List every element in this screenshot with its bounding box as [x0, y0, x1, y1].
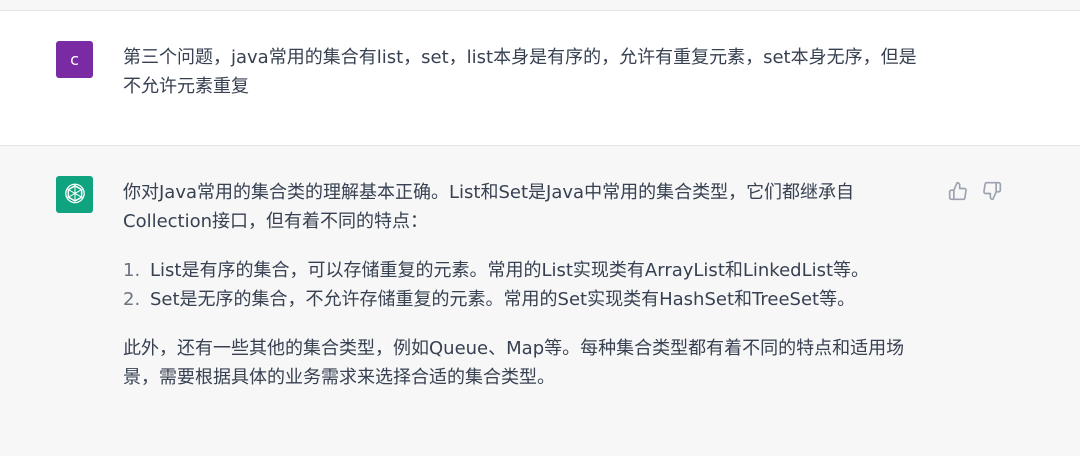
user-message: c 第三个问题，java常用的集合有list，set，list本身是有序的，允许… [0, 11, 1080, 146]
user-message-text: 第三个问题，java常用的集合有list，set，list本身是有序的，允许有重… [123, 47, 917, 97]
list-item-text: Set是无序的集合，不允许存储重复的元素。常用的Set实现类有HashSet和T… [150, 289, 856, 310]
list-item: 2. Set是无序的集合，不允许存储重复的元素。常用的Set实现类有HashSe… [123, 285, 923, 314]
thumbs-up-icon [948, 181, 967, 201]
thumbs-down-button[interactable] [981, 180, 1003, 202]
feedback-buttons [947, 180, 1003, 202]
assistant-message-content: 你对Java常用的集合类的理解基本正确。List和Set是Java中常用的集合类… [123, 178, 923, 392]
assistant-paragraph-1: 你对Java常用的集合类的理解基本正确。List和Set是Java中常用的集合类… [123, 182, 855, 232]
openai-logo-icon [56, 176, 93, 213]
assistant-message: 你对Java常用的集合类的理解基本正确。List和Set是Java中常用的集合类… [0, 146, 1080, 456]
user-avatar: c [56, 41, 93, 78]
list-item-number: 1. [123, 260, 141, 281]
thumbs-down-icon [983, 181, 1002, 201]
assistant-list: 1. List是有序的集合，可以存储重复的元素。常用的List实现类有Array… [123, 256, 923, 314]
assistant-paragraph-2: 此外，还有一些其他的集合类型，例如Queue、Map等。每种集合类型都有着不同的… [123, 338, 905, 388]
chat-page: c 第三个问题，java常用的集合有list，set，list本身是有序的，允许… [0, 0, 1080, 456]
thumbs-up-button[interactable] [947, 180, 969, 202]
list-item: 1. List是有序的集合，可以存储重复的元素。常用的List实现类有Array… [123, 256, 923, 285]
list-item-number: 2. [123, 289, 141, 310]
previous-message-edge [0, 0, 1080, 11]
list-item-text: List是有序的集合，可以存储重复的元素。常用的List实现类有ArrayLis… [150, 260, 870, 281]
